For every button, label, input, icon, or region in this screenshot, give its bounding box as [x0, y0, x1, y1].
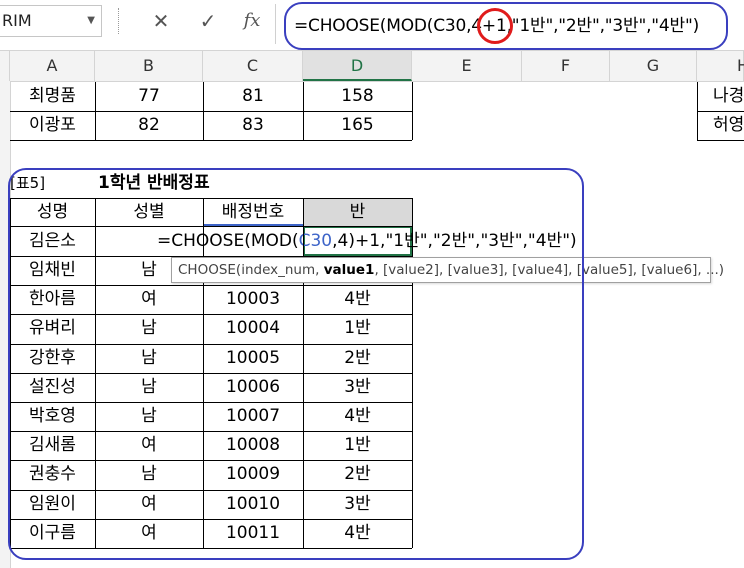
grid-line [303, 82, 304, 140]
column-header-d[interactable]: D [303, 51, 412, 81]
table-highlight-ring [8, 168, 584, 560]
column-header-h[interactable]: H [697, 51, 744, 81]
grid-line [697, 111, 744, 112]
cancel-icon[interactable]: ✕ [143, 6, 179, 36]
grid-line [95, 82, 96, 140]
cell-fragment[interactable]: 허영 [697, 111, 744, 140]
column-header-f[interactable]: F [522, 51, 610, 81]
cell-score[interactable]: 83 [203, 111, 303, 140]
grid-line [10, 111, 412, 112]
column-header-e[interactable]: E [412, 51, 522, 81]
enter-check-icon[interactable]: ✓ [190, 6, 226, 36]
formula-bar-separator [118, 8, 121, 34]
grid-line [697, 140, 744, 141]
cell-name[interactable]: 이광포 [10, 111, 95, 140]
cell-score[interactable]: 81 [203, 82, 303, 111]
cell-name[interactable]: 최명품 [10, 82, 95, 111]
grid-line [697, 82, 698, 140]
column-header-c[interactable]: C [203, 51, 303, 81]
name-box[interactable]: RIM ▼ [0, 5, 102, 37]
cell-score[interactable]: 82 [95, 111, 203, 140]
column-headers: A B C D E F G H [0, 51, 744, 82]
plus-one-highlight-ring [477, 8, 513, 44]
grid-line [10, 140, 412, 141]
grid-line [412, 82, 413, 140]
cell-fragment[interactable]: 나경 [697, 82, 744, 111]
cell-score[interactable]: 77 [95, 82, 203, 111]
cell-total[interactable]: 158 [303, 82, 412, 111]
grid-line [203, 82, 204, 140]
column-header-a[interactable]: A [10, 51, 95, 81]
cell-total[interactable]: 165 [303, 111, 412, 140]
column-header-g[interactable]: G [610, 51, 697, 81]
select-all-corner[interactable] [0, 51, 10, 81]
name-box-value: RIM [2, 11, 32, 30]
chevron-down-icon[interactable]: ▼ [87, 6, 95, 36]
insert-function-icon[interactable]: fx [234, 6, 270, 36]
column-header-b[interactable]: B [95, 51, 203, 81]
